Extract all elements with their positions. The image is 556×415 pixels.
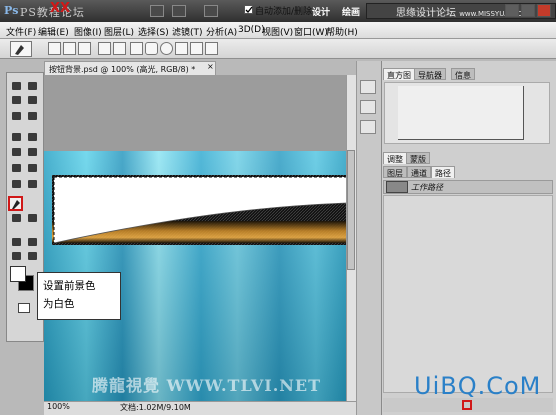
tab-adjustments[interactable]: 调整 (383, 152, 407, 164)
histogram-graph (398, 86, 524, 140)
tab-navigator[interactable]: 导航器 (414, 68, 446, 80)
line-option-icon[interactable] (190, 42, 203, 55)
menu-item-3[interactable]: 图层(L) (104, 25, 134, 38)
hand-3d-tool-icon[interactable] (26, 236, 39, 248)
menu-item-1[interactable]: 编辑(E) (38, 25, 69, 38)
document-size: 文档:1.02M/9.10M (120, 403, 191, 412)
instruction-callout: 设置前景色 为白色 (37, 272, 121, 320)
checkmark-icon (245, 6, 253, 13)
quick-mask-icon[interactable] (18, 303, 30, 313)
polygon-option-icon[interactable] (175, 42, 188, 55)
gradient-tool-icon[interactable] (26, 162, 39, 174)
menu-item-2[interactable]: 图像(I) (74, 25, 102, 38)
crop-tool-icon[interactable] (10, 110, 23, 122)
path-thumbnail (386, 181, 408, 193)
eyedropper-tool-icon[interactable] (26, 110, 39, 122)
pen-icon (12, 200, 20, 209)
path-name: 工作路径 (411, 183, 443, 192)
paths-list (383, 195, 553, 393)
brush-tool-icon[interactable] (26, 131, 39, 143)
make-selection-highlight[interactable] (462, 400, 472, 410)
shape-tool-icon[interactable] (10, 236, 23, 248)
watermark-xx: XX (50, 1, 71, 16)
close-document-icon[interactable]: × (207, 62, 214, 71)
hand-tool-icon[interactable] (10, 250, 23, 262)
tool-preset-picker[interactable] (10, 41, 32, 57)
tab-layers[interactable]: 图层 (383, 166, 407, 178)
marquee-tool-icon[interactable] (26, 80, 39, 92)
shape-layers-button[interactable] (48, 42, 61, 55)
tab-masks[interactable]: 蒙版 (406, 152, 430, 164)
view-extras-icon[interactable] (172, 5, 186, 17)
pen-tool[interactable] (8, 196, 23, 211)
callout-line-1: 设置前景色 (43, 280, 96, 292)
foreground-color-swatch[interactable] (10, 266, 26, 282)
dodge-tool-icon[interactable] (26, 178, 39, 190)
clone-stamp-tool-icon[interactable] (10, 146, 23, 158)
callout-line-2: 为白色 (43, 298, 75, 310)
brushes-panel-icon[interactable] (360, 120, 376, 134)
path-select-tool-icon[interactable] (26, 212, 39, 224)
move-tool-icon[interactable] (10, 80, 23, 92)
healing-tool-icon[interactable] (10, 131, 23, 143)
tab-channels[interactable]: 通道 (407, 166, 431, 178)
document-tab[interactable]: 按钮背景.psd @ 100% (高光, RGB/8) * (44, 61, 216, 75)
actions-panel-icon[interactable] (360, 100, 376, 114)
menu-item-10[interactable]: 帮助(H) (326, 25, 358, 38)
menu-item-7[interactable]: 3D(D) (238, 25, 265, 35)
zoom-tool-icon[interactable] (26, 250, 39, 262)
paths-button[interactable] (63, 42, 76, 55)
blur-tool-icon[interactable] (10, 178, 23, 190)
rectangle-option-icon[interactable] (130, 42, 143, 55)
menu-item-8[interactable]: 视图(V) (262, 25, 293, 38)
quick-select-tool-icon[interactable] (26, 94, 39, 106)
type-tool-icon[interactable] (10, 212, 23, 224)
minimize-icon[interactable] (505, 4, 519, 17)
rounded-rectangle-option-icon[interactable] (145, 42, 158, 55)
pen-option-icon[interactable] (98, 42, 111, 55)
ellipse-option-icon[interactable] (160, 42, 173, 55)
pen-icon (15, 45, 24, 55)
scrollbar-thumb[interactable] (347, 150, 355, 270)
tlvi-watermark: 腾龍視覺 WWW.TLVI.NET (92, 376, 322, 395)
fill-pixels-button[interactable] (78, 42, 91, 55)
maximize-icon[interactable] (521, 4, 535, 17)
freeform-pen-option-icon[interactable] (113, 42, 126, 55)
auto-add-delete-label: 自动添加/删除 (255, 7, 313, 17)
tab-histogram[interactable]: 直方图 (383, 68, 415, 80)
tab-paths[interactable]: 路径 (431, 166, 455, 178)
corner-watermark: UiBQ.CoM (414, 372, 542, 400)
zoom-field[interactable]: 100% (47, 402, 70, 411)
auto-add-delete-checkbox[interactable] (244, 5, 253, 14)
history-panel-icon[interactable] (360, 80, 376, 94)
history-brush-tool-icon[interactable] (26, 146, 39, 158)
arrange-documents-icon[interactable] (204, 5, 218, 17)
close-icon[interactable] (537, 4, 551, 17)
launch-bridge-icon[interactable] (150, 5, 164, 17)
workspace-painting-button[interactable]: 绘画 (336, 3, 366, 19)
lasso-tool-icon[interactable] (10, 94, 23, 106)
menu-item-0[interactable]: 文件(F) (6, 25, 36, 38)
eraser-tool-icon[interactable] (10, 162, 23, 174)
custom-shape-option-icon[interactable] (205, 42, 218, 55)
path-list-item[interactable] (383, 180, 553, 194)
menu-item-5[interactable]: 滤镜(T) (172, 25, 203, 38)
collapsed-panel-dock (356, 61, 381, 415)
menu-item-9[interactable]: 窗口(W) (294, 25, 328, 38)
ps-logo: Ps (4, 4, 19, 17)
menu-item-6[interactable]: 分析(A) (206, 25, 237, 38)
status-bar (44, 401, 356, 415)
menu-item-4[interactable]: 选择(S) (138, 25, 169, 38)
tab-info[interactable]: 信息 (451, 68, 475, 80)
